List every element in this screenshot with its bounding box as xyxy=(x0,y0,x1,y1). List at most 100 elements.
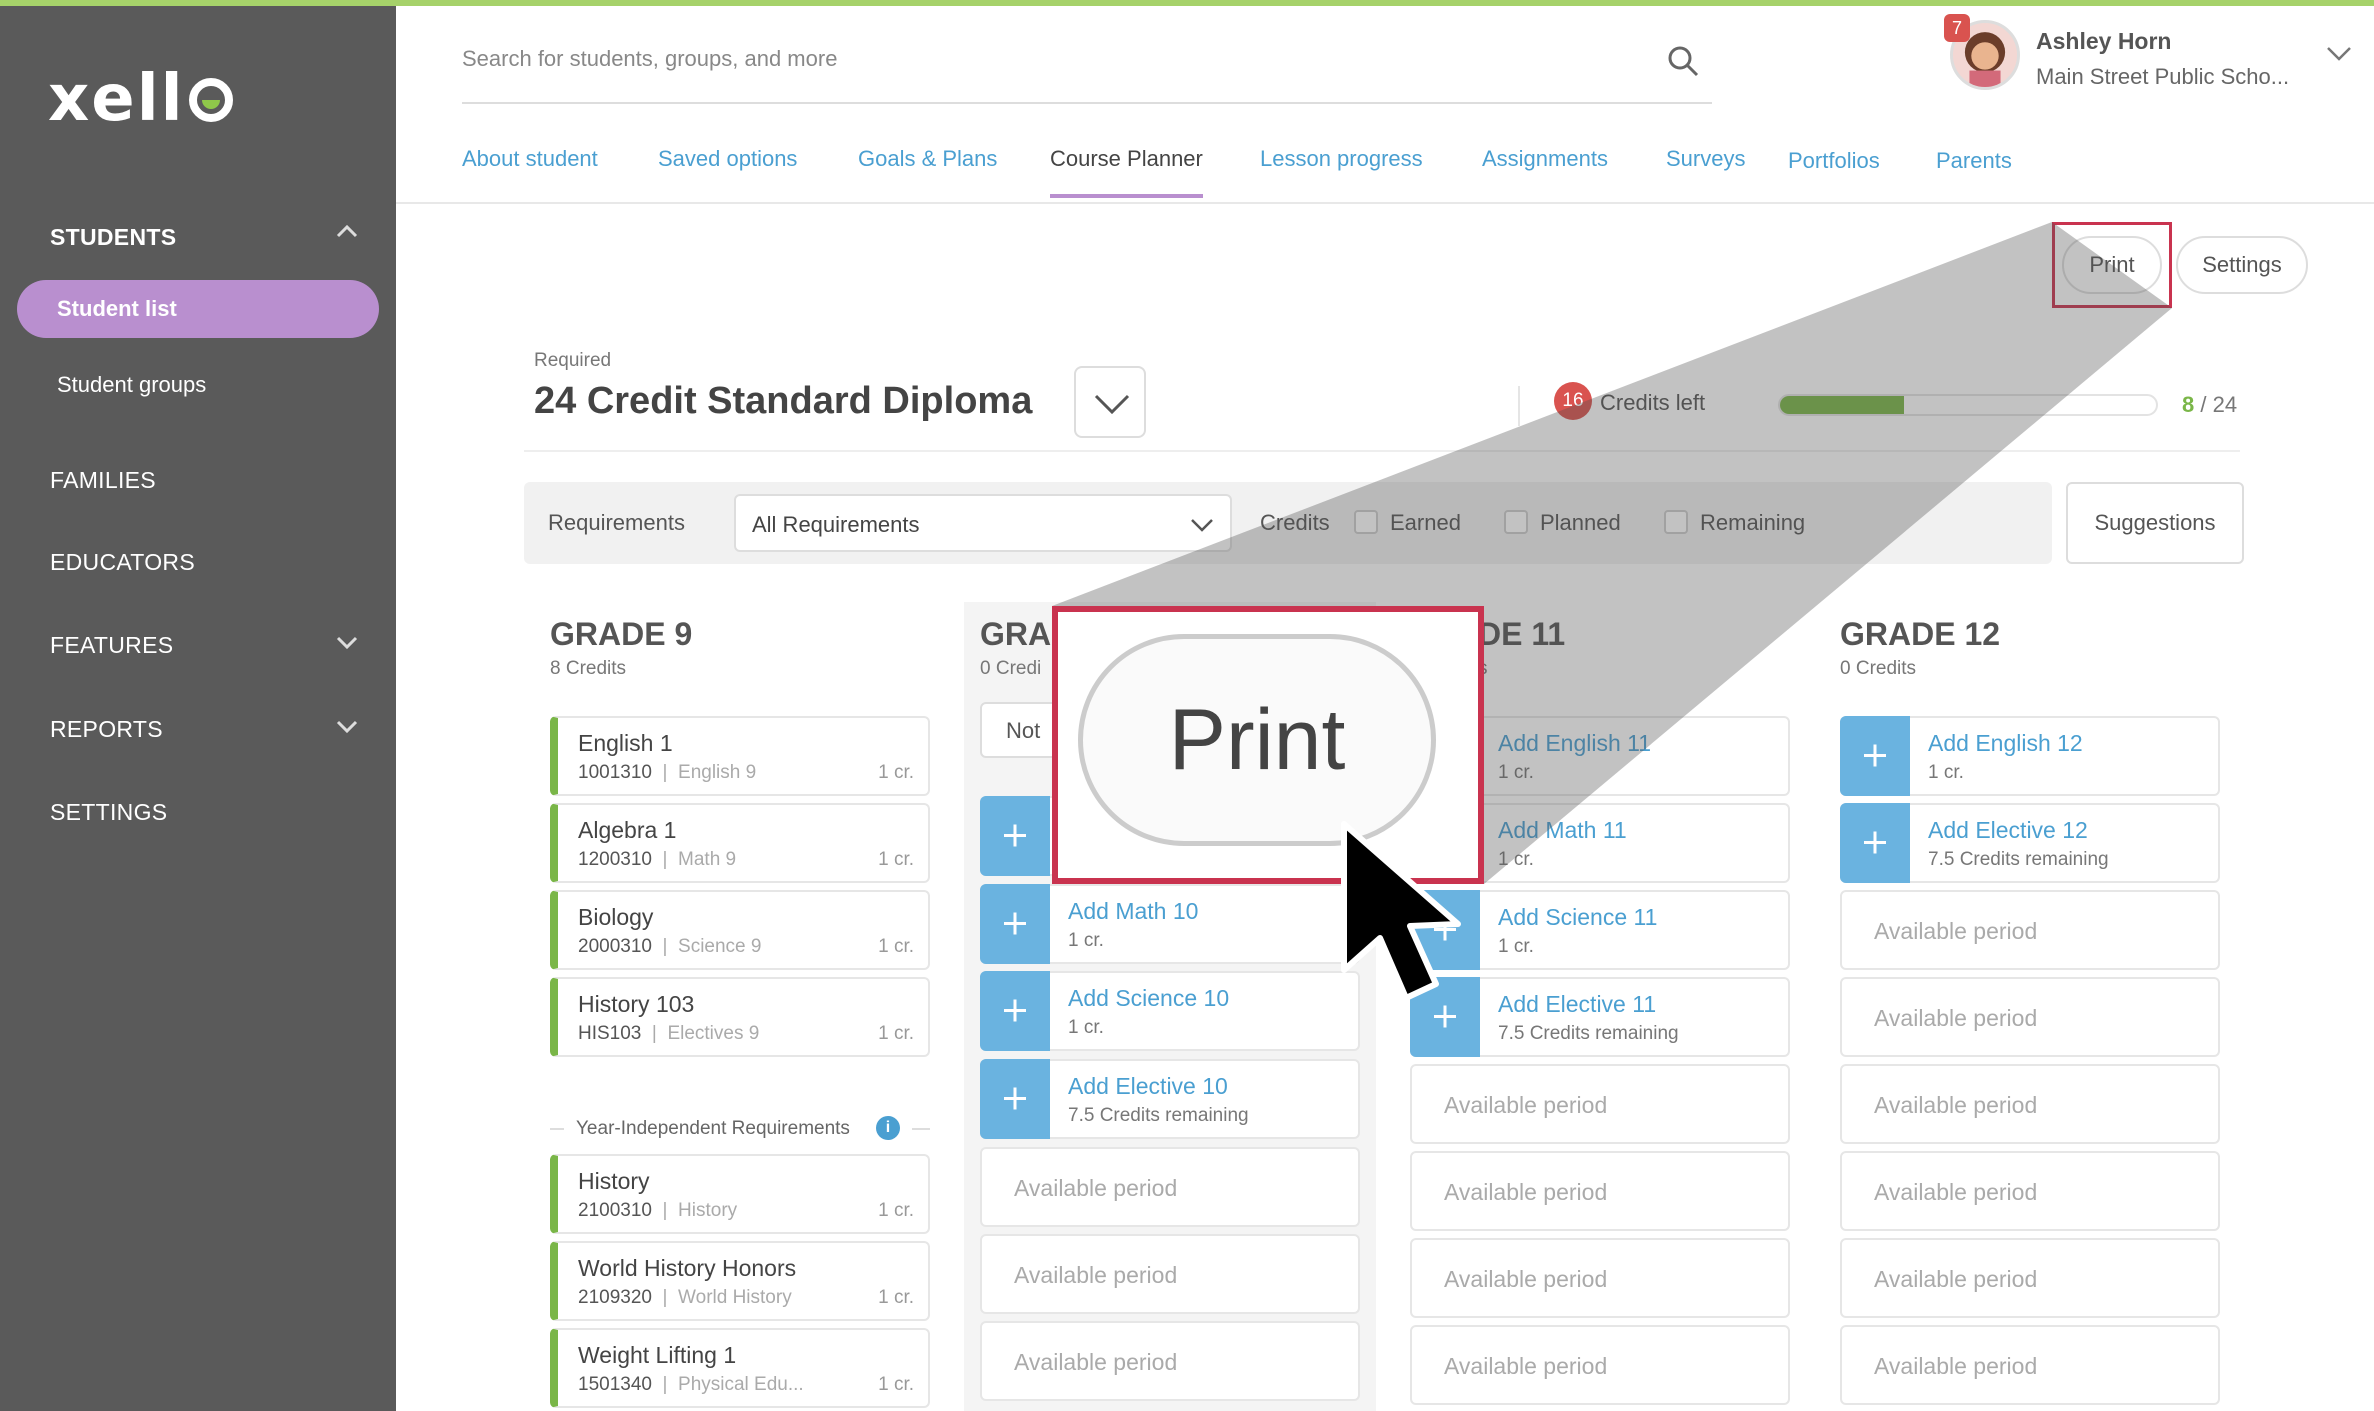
nav-families[interactable]: FAMILIES xyxy=(50,467,156,494)
add-course-card[interactable]: Add Math 10 1 cr. xyxy=(980,884,1360,964)
available-period-card[interactable]: Available period xyxy=(1840,890,2220,970)
settings-button[interactable]: Settings xyxy=(2176,236,2308,294)
available-period-card[interactable]: Available period xyxy=(1840,1325,2220,1405)
zoomed-print-button[interactable]: Print xyxy=(1078,634,1436,846)
available-period-card[interactable]: Available period xyxy=(1840,1151,2220,1231)
search-icon[interactable] xyxy=(1666,44,1700,78)
available-period-card[interactable]: Available period xyxy=(980,1234,1360,1314)
tab-goals-plans[interactable]: Goals & Plans xyxy=(858,146,997,172)
add-course-sub: 1 cr. xyxy=(1068,1017,1104,1038)
tab-surveys[interactable]: Surveys xyxy=(1666,146,1745,172)
available-period-card[interactable]: Available period xyxy=(980,1321,1360,1401)
sidebar-item-student-list[interactable]: Student list xyxy=(17,280,379,338)
available-period-card[interactable]: Available period xyxy=(980,1147,1360,1227)
tab-portfolios[interactable]: Portfolios xyxy=(1788,148,1880,174)
available-period-card[interactable]: Available period xyxy=(1840,1064,2220,1144)
add-course-name: Add Math 11 xyxy=(1498,817,1627,843)
available-period-label: Available period xyxy=(1444,1092,1608,1118)
tab-course-planner[interactable]: Course Planner xyxy=(1050,146,1203,198)
nav-features[interactable]: FEATURES xyxy=(50,632,173,659)
chevron-down-icon xyxy=(1094,394,1130,414)
diploma-dropdown[interactable] xyxy=(1074,366,1146,438)
earned-checkbox[interactable] xyxy=(1354,510,1378,534)
course-name: Algebra 1 xyxy=(578,817,677,843)
available-period-card[interactable]: Available period xyxy=(1410,1238,1790,1318)
available-period-label: Available period xyxy=(1014,1349,1178,1375)
course-credits: 1 cr. xyxy=(878,762,914,783)
course-card[interactable]: World History Honors 2109320 | World Hist… xyxy=(550,1241,930,1321)
remaining-checkbox[interactable] xyxy=(1664,510,1688,534)
plus-icon[interactable] xyxy=(980,1059,1050,1139)
print-highlight-box xyxy=(2052,222,2172,308)
chevron-down-icon[interactable] xyxy=(2326,46,2352,62)
planned-checkbox[interactable] xyxy=(1504,510,1528,534)
add-course-sub: 1 cr. xyxy=(1928,762,1964,783)
available-period-label: Available period xyxy=(1014,1175,1178,1201)
tab-parents[interactable]: Parents xyxy=(1936,148,2012,174)
tab-lesson-progress[interactable]: Lesson progress xyxy=(1260,146,1423,172)
plus-icon[interactable] xyxy=(980,884,1050,964)
course-card[interactable]: Weight Lifting 1 1501340 | Physical Edu..… xyxy=(550,1328,930,1408)
add-course-name: Add Math 10 xyxy=(1068,898,1199,924)
available-period-card[interactable]: Available period xyxy=(1840,977,2220,1057)
chevron-down-icon[interactable] xyxy=(336,720,358,740)
add-course-name: Add English 11 xyxy=(1498,730,1652,756)
course-meta: 2100310 | History xyxy=(578,1200,738,1221)
user-name: Ashley Horn xyxy=(2036,28,2172,54)
course-card[interactable]: History 103 HIS103 | Electives 9 1 cr. xyxy=(550,977,930,1057)
available-period-card[interactable]: Available period xyxy=(1840,1238,2220,1318)
course-category: English 9 xyxy=(678,762,757,783)
year-independent-header: Year-Independent Requirements i xyxy=(550,1114,930,1144)
add-course-sub: 7.5 Credits remaining xyxy=(1068,1105,1249,1126)
add-course-card[interactable]: Add Science 10 1 cr. xyxy=(980,971,1360,1051)
course-card[interactable]: Algebra 1 1200310 | Math 9 1 cr. xyxy=(550,803,930,883)
course-category: Science 9 xyxy=(678,936,762,957)
course-card[interactable]: English 1 1001310 | English 9 1 cr. xyxy=(550,716,930,796)
available-period-label: Available period xyxy=(1874,1353,2038,1379)
requirements-label: Requirements xyxy=(548,510,685,535)
tab-saved-options[interactable]: Saved options xyxy=(658,146,797,172)
course-category: Math 9 xyxy=(678,849,737,870)
divider xyxy=(912,1128,930,1130)
add-course-card[interactable]: Add Elective 10 7.5 Credits remaining xyxy=(980,1059,1360,1139)
earned-label: Earned xyxy=(1390,510,1461,535)
plus-icon[interactable] xyxy=(980,971,1050,1051)
add-course-name: Add Elective 10 xyxy=(1068,1073,1228,1099)
available-period-card[interactable]: Available period xyxy=(1410,1325,1790,1405)
nav-students[interactable]: STUDENTS xyxy=(50,224,176,251)
suggestions-button[interactable]: Suggestions xyxy=(2066,482,2244,564)
requirements-select[interactable]: All Requirements xyxy=(734,494,1232,552)
nav-educators[interactable]: EDUCATORS xyxy=(50,549,195,576)
course-credits: 1 cr. xyxy=(878,1200,914,1221)
add-course-sub: 1 cr. xyxy=(1498,936,1534,957)
add-course-card[interactable]: Add English 12 1 cr. xyxy=(1840,716,2220,796)
chevron-down-icon[interactable] xyxy=(336,636,358,656)
add-course-card[interactable]: Add Elective 12 7.5 Credits remaining xyxy=(1840,803,2220,883)
notification-badge[interactable]: 7 xyxy=(1944,14,1970,42)
available-period-card[interactable]: Available period xyxy=(1410,1064,1790,1144)
search-input[interactable]: Search for students, groups, and more xyxy=(462,34,1712,104)
tab-about-student[interactable]: About student xyxy=(462,146,598,172)
course-meta: HIS103 | Electives 9 xyxy=(578,1023,760,1044)
search-placeholder: Search for students, groups, and more xyxy=(462,46,838,71)
available-period-card[interactable]: Available period xyxy=(1410,1151,1790,1231)
course-card[interactable]: Biology 2000310 | Science 9 1 cr. xyxy=(550,890,930,970)
sidebar-item-student-groups[interactable]: Student groups xyxy=(57,372,206,398)
course-credits: 1 cr. xyxy=(878,1374,914,1395)
plus-icon[interactable] xyxy=(980,796,1050,876)
chevron-up-icon[interactable] xyxy=(336,224,358,244)
course-code: 2100310 xyxy=(578,1200,652,1221)
course-name: World History Honors xyxy=(578,1255,797,1281)
info-icon[interactable]: i xyxy=(876,1116,900,1140)
remaining-label: Remaining xyxy=(1700,510,1806,535)
course-category: World History xyxy=(678,1287,792,1308)
add-course-name: Add Science 11 xyxy=(1498,904,1658,930)
plus-icon[interactable] xyxy=(1840,803,1910,883)
nav-settings[interactable]: SETTINGS xyxy=(50,799,167,826)
filter-bar: Requirements All Requirements Credits Ea… xyxy=(524,482,2052,564)
nav-reports[interactable]: REPORTS xyxy=(50,716,163,743)
plus-icon[interactable] xyxy=(1840,716,1910,796)
xello-logo[interactable]: xell xyxy=(48,62,233,136)
tab-assignments[interactable]: Assignments xyxy=(1482,146,1608,172)
course-card[interactable]: History 2100310 | History 1 cr. xyxy=(550,1154,930,1234)
